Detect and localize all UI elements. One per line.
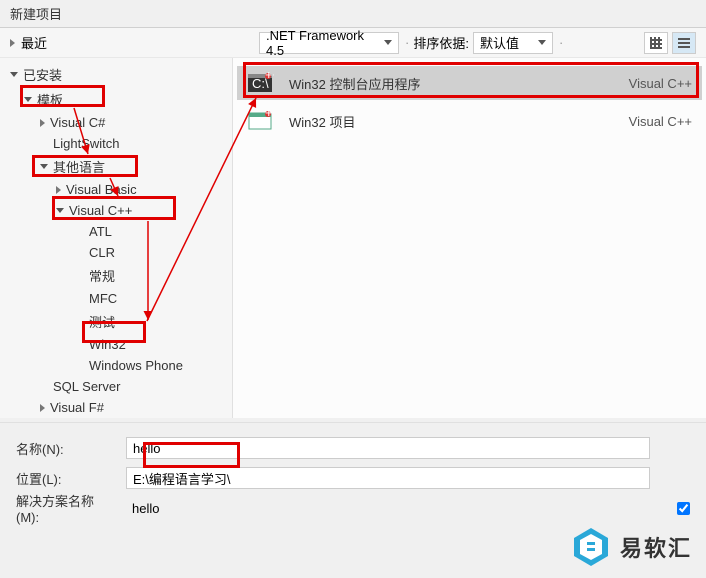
chevron-down-icon [10, 72, 18, 77]
separator-dot: · [405, 35, 409, 50]
sidebar-item-test[interactable]: 测试 [0, 309, 232, 334]
template-name: Win32 项目 [289, 112, 598, 131]
svg-text:++: ++ [265, 110, 274, 120]
sidebar-label: Visual C# [50, 115, 105, 130]
window-app-icon: ++ [247, 110, 275, 132]
sidebar-item-visual-basic[interactable]: Visual Basic [0, 179, 232, 200]
console-app-icon: C:\++ [247, 72, 275, 94]
list-icon [678, 38, 690, 48]
sort-label: 排序依据: [413, 33, 469, 52]
sidebar-item-mfc[interactable]: MFC [0, 288, 232, 309]
title-bar: 新建项目 [0, 0, 706, 28]
sidebar-label: Visual F# [50, 400, 104, 415]
sidebar-label: Windows Phone [89, 358, 183, 373]
sidebar: 已安装 模板 Visual C# LightSwitch 其他语言 Visual… [0, 58, 233, 418]
template-item-win32-project[interactable]: ++ Win32 项目 Visual C++ [237, 104, 702, 138]
logo-text: 易软汇 [620, 531, 692, 563]
grid-icon [650, 37, 662, 49]
svg-text:++: ++ [265, 72, 274, 82]
chevron-down-icon [538, 40, 546, 45]
framework-value: .NET Framework 4.5 [266, 28, 378, 58]
toolbar: 最近 .NET Framework 4.5 · 排序依据: 默认值 · [0, 28, 706, 58]
sidebar-item-installed[interactable]: 已安装 [0, 62, 232, 87]
sidebar-item-templates[interactable]: 模板 [0, 87, 232, 112]
sidebar-label: LightSwitch [53, 136, 119, 151]
template-list: C:\++ Win32 控制台应用程序 Visual C++ ++ Win32 … [233, 58, 706, 418]
sidebar-label: 测试 [89, 312, 115, 331]
sidebar-label: 已安装 [23, 65, 62, 84]
window-title: 新建项目 [10, 7, 62, 22]
sidebar-item-atl[interactable]: ATL [0, 221, 232, 242]
template-item-win32-console[interactable]: C:\++ Win32 控制台应用程序 Visual C++ [237, 66, 702, 100]
sidebar-item-visual-cpp[interactable]: Visual C++ [0, 200, 232, 221]
chevron-down-icon [56, 208, 64, 213]
name-label: 名称(N): [16, 439, 116, 458]
sidebar-item-general[interactable]: 常规 [0, 263, 232, 288]
sidebar-label: Visual C++ [69, 203, 132, 218]
sidebar-item-windows-phone[interactable]: Windows Phone [0, 355, 232, 376]
solution-name-value: hello [126, 499, 165, 518]
sidebar-label: CLR [89, 245, 115, 260]
sidebar-label: 模板 [37, 90, 63, 109]
sidebar-label: SQL Server [53, 379, 120, 394]
sidebar-item-visual-csharp[interactable]: Visual C# [0, 112, 232, 133]
sort-dropdown[interactable]: 默认值 [473, 32, 553, 54]
chevron-right-icon [10, 39, 15, 47]
template-language: Visual C++ [612, 76, 692, 91]
chevron-right-icon [40, 404, 45, 412]
name-input[interactable] [126, 437, 650, 459]
chevron-down-icon [384, 40, 392, 45]
template-name: Win32 控制台应用程序 [289, 74, 598, 93]
sidebar-label: 常规 [89, 266, 115, 285]
sort-value: 默认值 [480, 33, 519, 52]
template-language: Visual C++ [612, 114, 692, 129]
recent-label[interactable]: 最近 [21, 33, 47, 52]
location-label: 位置(L): [16, 469, 116, 488]
sidebar-item-win32[interactable]: Win32 [0, 334, 232, 355]
sidebar-label: 其他语言 [53, 157, 105, 176]
chevron-right-icon [56, 186, 61, 194]
sidebar-label: Visual Basic [66, 182, 137, 197]
location-input[interactable] [126, 467, 650, 489]
sidebar-item-clr[interactable]: CLR [0, 242, 232, 263]
view-grid-button[interactable] [644, 32, 668, 54]
watermark-logo: 易软汇 [570, 526, 692, 568]
solution-name-label: 解决方案名称(M): [16, 491, 116, 525]
chevron-down-icon [24, 97, 32, 102]
hex-icon [570, 526, 612, 568]
chevron-right-icon [40, 119, 45, 127]
sidebar-item-other-languages[interactable]: 其他语言 [0, 154, 232, 179]
solution-checkbox[interactable] [677, 502, 690, 515]
chevron-down-icon [40, 164, 48, 169]
sidebar-label: Win32 [89, 337, 126, 352]
sidebar-item-lightswitch[interactable]: LightSwitch [0, 133, 232, 154]
separator-dot: · [559, 35, 563, 50]
main-area: 已安装 模板 Visual C# LightSwitch 其他语言 Visual… [0, 58, 706, 418]
sidebar-item-visual-fsharp[interactable]: Visual F# [0, 397, 232, 418]
view-list-button[interactable] [672, 32, 696, 54]
framework-dropdown[interactable]: .NET Framework 4.5 [259, 32, 399, 54]
sidebar-label: MFC [89, 291, 117, 306]
sidebar-item-sql-server[interactable]: SQL Server [0, 376, 232, 397]
form-area: 名称(N): 位置(L): 解决方案名称(M): hello [0, 422, 706, 533]
sidebar-label: ATL [89, 224, 112, 239]
